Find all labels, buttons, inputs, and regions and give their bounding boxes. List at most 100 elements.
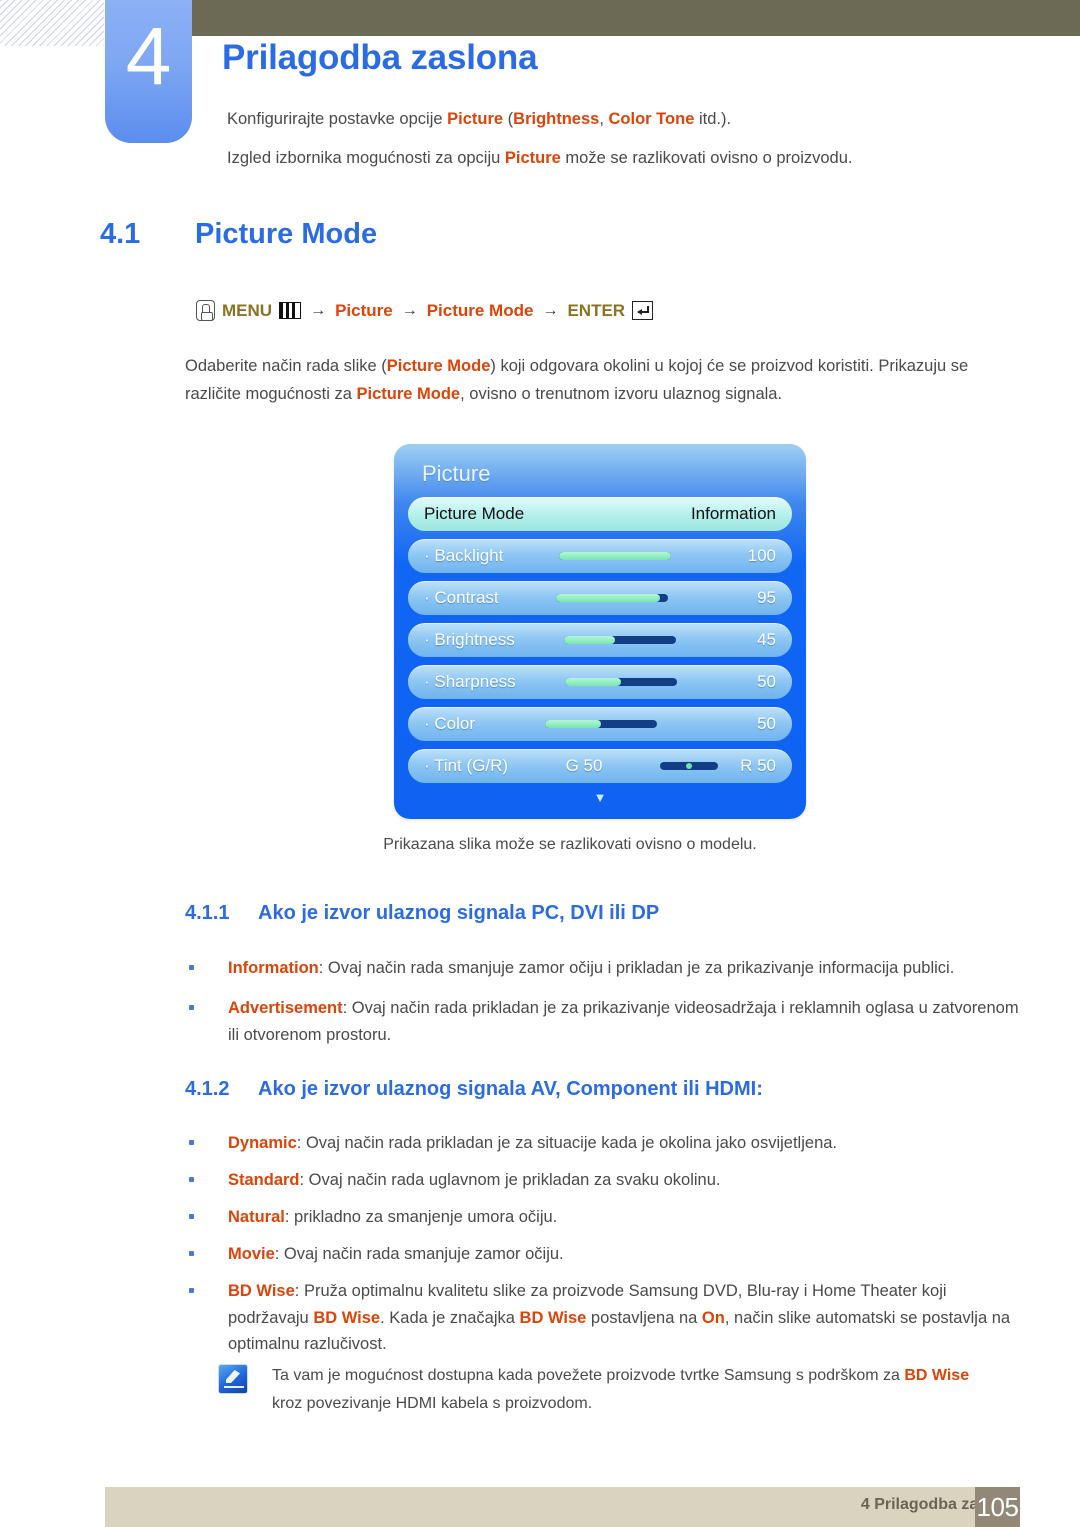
bullet-text: . Kada je značajka [380, 1308, 520, 1327]
tint-red-value: R 50 [740, 756, 776, 775]
chapter-number-badge: 4 [105, 0, 192, 143]
osd-row-value: 100 [747, 546, 776, 565]
slider-fill [544, 720, 601, 728]
note-text: Ta vam je mogućnost dostupna kada poveže… [272, 1367, 905, 1384]
bullet-text: : Ovaj način rada smanjuje zamor očiju. [274, 1245, 564, 1263]
osd-row-value: Information [690, 504, 776, 523]
backlight-slider[interactable] [558, 552, 671, 560]
arrow-icon: → [401, 301, 418, 319]
color-slider[interactable] [544, 720, 657, 728]
osd-row-label: · Color [424, 714, 476, 733]
osd-row-picture-mode[interactable]: Picture Mode Information [408, 497, 792, 531]
enter-key-icon [632, 301, 654, 320]
bullet-keyword: Natural [228, 1208, 285, 1226]
keyword-picture-mode: Picture Mode [356, 385, 461, 404]
brightness-slider[interactable] [564, 636, 677, 644]
chevron-down-icon[interactable]: ▼ [408, 791, 792, 804]
page-number: 105 [975, 1487, 1020, 1527]
slider-thumb [685, 763, 692, 769]
menu-label: MENU [222, 300, 273, 320]
body-text: , ovisno o trenutnom izvoru ulaznog sign… [460, 385, 783, 404]
contrast-slider[interactable] [556, 594, 669, 602]
osd-row-tint[interactable]: · Tint (G/R) G 50 R 50 [408, 749, 792, 783]
chapter-intro-line-1: Konfigurirajte postavke opcije Picture (… [227, 108, 1027, 130]
list-item: Natural: prikladno za smanjenje umora oč… [189, 1204, 1019, 1231]
intro-text: može se razlikovati ovisno o proizvodu. [560, 149, 853, 167]
slider-fill [564, 636, 615, 644]
subsection-heading-411: 4.1.1 Ako je izvor ulaznog signala PC, DV… [185, 902, 659, 925]
intro-text: , [599, 110, 609, 128]
keyword-picture-mode: Picture Mode [386, 357, 491, 375]
bullet-keyword: Information [228, 959, 319, 977]
bullet-keyword: Movie [228, 1245, 275, 1263]
menu-bars-icon [279, 302, 302, 319]
bullet-keyword: Standard [228, 1171, 300, 1189]
keyword-bd-wise: BD Wise [904, 1367, 970, 1384]
list-item-bd-wise: BD Wise: Pruža optimalnu kvalitetu slike… [189, 1278, 1019, 1358]
bullet-text: : prikladno za smanjenje umora očiju. [284, 1208, 558, 1226]
osd-row-label: Picture Mode [424, 504, 525, 523]
list-item: Standard: Ovaj način rada uglavnom je pr… [189, 1167, 1019, 1194]
intro-text: Konfigurirajte postavke opcije [227, 110, 448, 128]
arrow-icon: → [310, 301, 327, 319]
list-item: Movie: Ovaj način rada smanjuje zamor oč… [189, 1241, 1019, 1268]
keyword-bd-wise: BD Wise [519, 1308, 587, 1327]
bullet-text: : Ovaj način rada uglavnom je prikladan … [299, 1171, 721, 1189]
tint-slider[interactable] [659, 762, 718, 770]
osd-row-value: 50 [757, 672, 776, 691]
body-paragraph: Odaberite način rada slike (Picture Mode… [185, 352, 1017, 409]
intro-text: ( [503, 110, 514, 128]
osd-row-label: · Sharpness [424, 672, 516, 691]
osd-row-color[interactable]: · Color 50 [408, 707, 792, 741]
osd-row-value: 45 [757, 630, 776, 649]
slider-fill [564, 678, 621, 686]
bullet-text: : Ovaj način rada smanjuje zamor očiju i… [318, 959, 955, 977]
osd-row-value: 50 [757, 714, 776, 733]
osd-row-backlight[interactable]: · Backlight 100 [408, 539, 792, 573]
sharpness-slider[interactable] [564, 678, 677, 686]
bullet-keyword: Dynamic [228, 1134, 297, 1152]
osd-row-sharpness[interactable]: · Sharpness 50 [408, 665, 792, 699]
subsection-heading-412: 4.1.2 Ako je izvor ulaznog signala AV, Co… [185, 1078, 763, 1101]
subsection-number: 4.1.1 [185, 902, 230, 924]
keyword-picture: Picture [504, 149, 561, 167]
note-text: kroz povezivanje HDMI kabela s proizvodo… [272, 1394, 593, 1412]
slider-fill [556, 594, 661, 602]
osd-title: Picture [422, 461, 491, 486]
enter-label: ENTER [567, 300, 626, 320]
osd-row-label: · Contrast [424, 588, 499, 607]
bullet-text: : Ovaj način rada prikladan je za situac… [296, 1134, 838, 1152]
chapter-title: Prilagodba zaslona [222, 38, 538, 77]
section-heading: 4.1 Picture Mode [100, 218, 377, 251]
osd-caption: Prikazana slika može se razlikovati ovis… [383, 836, 757, 853]
keyword-picture: Picture [447, 110, 504, 128]
subsection-number: 4.1.2 [185, 1078, 230, 1100]
bullet-keyword: BD Wise [228, 1282, 295, 1300]
corner-hatch-decoration [0, 0, 104, 46]
bullet-text: : Ovaj način rada prikladan je za prikaz… [228, 999, 1019, 1044]
osd-row-label: · Tint (G/R) [424, 756, 509, 775]
body-text: Odaberite način rada slike ( [185, 357, 387, 375]
menu-step-picture: Picture [335, 300, 393, 320]
chapter-intro-line-2: Izgled izbornika mogućnosti za opciju Pi… [227, 147, 1027, 169]
subsection-title: Ako je izvor ulaznog signala AV, Compone… [258, 1078, 763, 1100]
list-item: Advertisement: Ovaj način rada prikladan… [189, 995, 1019, 1048]
section-number: 4.1 [100, 218, 141, 250]
tint-green-value: G 50 [565, 756, 603, 775]
document-page: 4 Prilagodba zaslona Konfigurirajte post… [0, 0, 1080, 1527]
arrow-icon: → [542, 301, 559, 319]
keyword-bd-wise: BD Wise [313, 1308, 381, 1327]
note-pen-icon [218, 1364, 248, 1394]
intro-text: Izgled izbornika mogućnosti za opciju [227, 149, 505, 167]
osd-row-value: 95 [757, 588, 776, 607]
osd-row-contrast[interactable]: · Contrast 95 [408, 581, 792, 615]
keyword-color-tone: Color Tone [608, 110, 695, 128]
bullet-text: postavljena na [586, 1308, 702, 1327]
list-item: Dynamic: Ovaj način rada prikladan je za… [189, 1130, 1019, 1157]
intro-text: itd.). [694, 110, 732, 128]
osd-row-brightness[interactable]: · Brightness 45 [408, 623, 792, 657]
keyword-on: On [701, 1308, 725, 1327]
menu-path-breadcrumb: MENU → Picture → Picture Mode → ENTER [196, 300, 654, 321]
chapter-number: 4 [125, 11, 172, 102]
slider-fill [558, 552, 671, 560]
